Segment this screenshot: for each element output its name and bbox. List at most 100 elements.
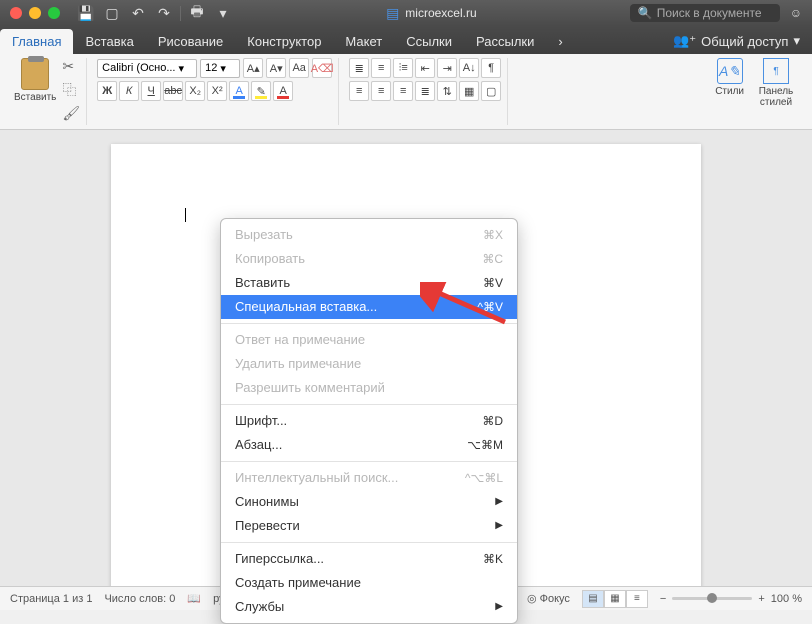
context-item[interactable]: Создать примечание	[221, 571, 517, 595]
minimize-window[interactable]	[29, 7, 41, 19]
font-size-combo[interactable]: 12▾	[200, 59, 240, 78]
styles-pane-button[interactable]: ¶ Панель стилей	[754, 58, 798, 108]
sort-button[interactable]: A↓	[459, 58, 479, 78]
styles-panel-label: Панель стилей	[754, 86, 798, 108]
user-avatar-icon[interactable]: ☺	[790, 6, 802, 20]
multilevel-button[interactable]: ⫶≡	[393, 58, 413, 78]
zoom-value[interactable]: 100 %	[771, 593, 802, 605]
context-item-shortcut: ^⌘V	[477, 298, 503, 316]
context-item-label: Вырезать	[235, 226, 293, 244]
autosave-icon[interactable]: ▢	[102, 3, 122, 23]
context-item: Удалить примечание	[221, 352, 517, 376]
context-item[interactable]: Синонимы▶	[221, 490, 517, 514]
styles-button[interactable]: A✎ Стили	[715, 58, 744, 108]
font-color-button[interactable]: A	[273, 81, 293, 101]
copy-icon[interactable]: ⿻	[62, 80, 80, 100]
print-layout-view[interactable]: ▤	[582, 590, 604, 608]
search-input[interactable]: 🔍 Поиск в документе	[630, 4, 780, 22]
borders-button[interactable]: ▢	[481, 81, 501, 101]
justify-button[interactable]: ≣	[415, 81, 435, 101]
context-item[interactable]: Специальная вставка...^⌘V	[221, 295, 517, 319]
italic-button[interactable]: К	[119, 81, 139, 101]
context-item[interactable]: Гиперссылка...⌘K	[221, 547, 517, 571]
undo-icon[interactable]: ↶	[128, 3, 148, 23]
styles-group: A✎ Стили ¶ Панель стилей	[709, 58, 804, 125]
numbering-button[interactable]: ≡	[371, 58, 391, 78]
word-count[interactable]: Число слов: 0	[104, 593, 175, 605]
tab-chevron[interactable]: ›	[546, 29, 574, 54]
tab-layout[interactable]: Макет	[333, 29, 394, 54]
context-item: Интеллектуальный поиск...^⌥⌘L	[221, 466, 517, 490]
spellcheck-icon[interactable]: 📖	[187, 592, 201, 605]
context-item[interactable]: Перевести▶	[221, 514, 517, 538]
web-layout-view[interactable]: ▦	[604, 590, 626, 608]
close-window[interactable]	[10, 7, 22, 19]
bold-button[interactable]: Ж	[97, 81, 117, 101]
line-spacing-button[interactable]: ⇅	[437, 81, 457, 101]
context-item-label: Ответ на примечание	[235, 331, 365, 349]
context-item-shortcut: ⌘K	[483, 550, 503, 568]
clear-format-button[interactable]: A⌫	[312, 58, 332, 78]
context-item: Вырезать ⌘X	[221, 223, 517, 247]
context-item-shortcut: ⌘X	[483, 226, 503, 244]
redo-icon[interactable]: ↷	[154, 3, 174, 23]
print-icon[interactable]: 🖶	[187, 3, 207, 23]
focus-mode[interactable]: ◎ Фокус	[527, 592, 570, 605]
quick-access-toolbar: 💾 ▢ ↶ ↷ 🖶 ▾	[76, 3, 233, 23]
align-right-button[interactable]: ≡	[393, 81, 413, 101]
chevron-down-icon[interactable]: ▾	[213, 3, 233, 23]
shading-button[interactable]: ▦	[459, 81, 479, 101]
text-cursor	[185, 208, 186, 222]
context-item[interactable]: Шрифт...⌘D	[221, 409, 517, 433]
format-painter-icon[interactable]: 🖌	[62, 105, 80, 122]
grow-font-button[interactable]: A▴	[243, 58, 263, 78]
bullets-button[interactable]: ≣	[349, 58, 369, 78]
zoom-in-button[interactable]: +	[758, 593, 764, 605]
cut-icon[interactable]: ✂	[62, 58, 80, 75]
context-item-shortcut: ⌘V	[483, 274, 503, 292]
zoom-out-button[interactable]: −	[660, 593, 666, 605]
context-item-label: Удалить примечание	[235, 355, 361, 373]
paste-icon	[21, 58, 49, 90]
tab-mailings[interactable]: Рассылки	[464, 29, 546, 54]
font-name-combo[interactable]: Calibri (Осно...▾	[97, 59, 197, 78]
increase-indent-button[interactable]: ⇥	[437, 58, 457, 78]
save-icon[interactable]: 💾	[76, 3, 96, 23]
maximize-window[interactable]	[48, 7, 60, 19]
tab-design[interactable]: Конструктор	[235, 29, 333, 54]
change-case-button[interactable]: Aa	[289, 58, 309, 78]
chevron-down-icon: ▾	[220, 62, 226, 75]
separator	[180, 6, 181, 21]
share-icon: 👥⁺	[673, 33, 696, 49]
text-effects-button[interactable]: A	[229, 81, 249, 101]
shrink-font-button[interactable]: A▾	[266, 58, 286, 78]
context-item[interactable]: Службы▶	[221, 595, 517, 619]
underline-button[interactable]: Ч	[141, 81, 161, 101]
zoom-slider[interactable]	[672, 597, 752, 600]
page-number[interactable]: Страница 1 из 1	[10, 593, 92, 605]
outline-view[interactable]: ≡	[626, 590, 648, 608]
decrease-indent-button[interactable]: ⇤	[415, 58, 435, 78]
context-item: Ответ на примечание	[221, 328, 517, 352]
show-marks-button[interactable]: ¶	[481, 58, 501, 78]
subscript-button[interactable]: X₂	[185, 81, 205, 101]
paragraph-group: ≣ ≡ ⫶≡ ⇤ ⇥ A↓ ¶ ≡ ≡ ≡ ≣ ⇅ ▦ ▢	[343, 58, 508, 125]
context-item[interactable]: Абзац...⌥⌘M	[221, 433, 517, 457]
context-separator	[221, 404, 517, 405]
context-item-shortcut: ⌥⌘M	[467, 436, 503, 454]
highlight-button[interactable]: ✎	[251, 81, 271, 101]
align-left-button[interactable]: ≡	[349, 81, 369, 101]
context-item[interactable]: Вставить⌘V	[221, 271, 517, 295]
context-item-label: Разрешить комментарий	[235, 379, 385, 397]
tab-references[interactable]: Ссылки	[394, 29, 464, 54]
paste-button[interactable]: Вставить	[14, 58, 56, 103]
superscript-button[interactable]: X²	[207, 81, 227, 101]
tab-insert[interactable]: Вставка	[73, 29, 145, 54]
tab-draw[interactable]: Рисование	[146, 29, 235, 54]
share-button[interactable]: 👥⁺ Общий доступ ▾	[661, 28, 812, 54]
strike-button[interactable]: abc	[163, 81, 183, 101]
context-item: Копировать⌘C	[221, 247, 517, 271]
tab-home[interactable]: Главная	[0, 29, 73, 54]
context-item-label: Шрифт...	[235, 412, 287, 430]
align-center-button[interactable]: ≡	[371, 81, 391, 101]
